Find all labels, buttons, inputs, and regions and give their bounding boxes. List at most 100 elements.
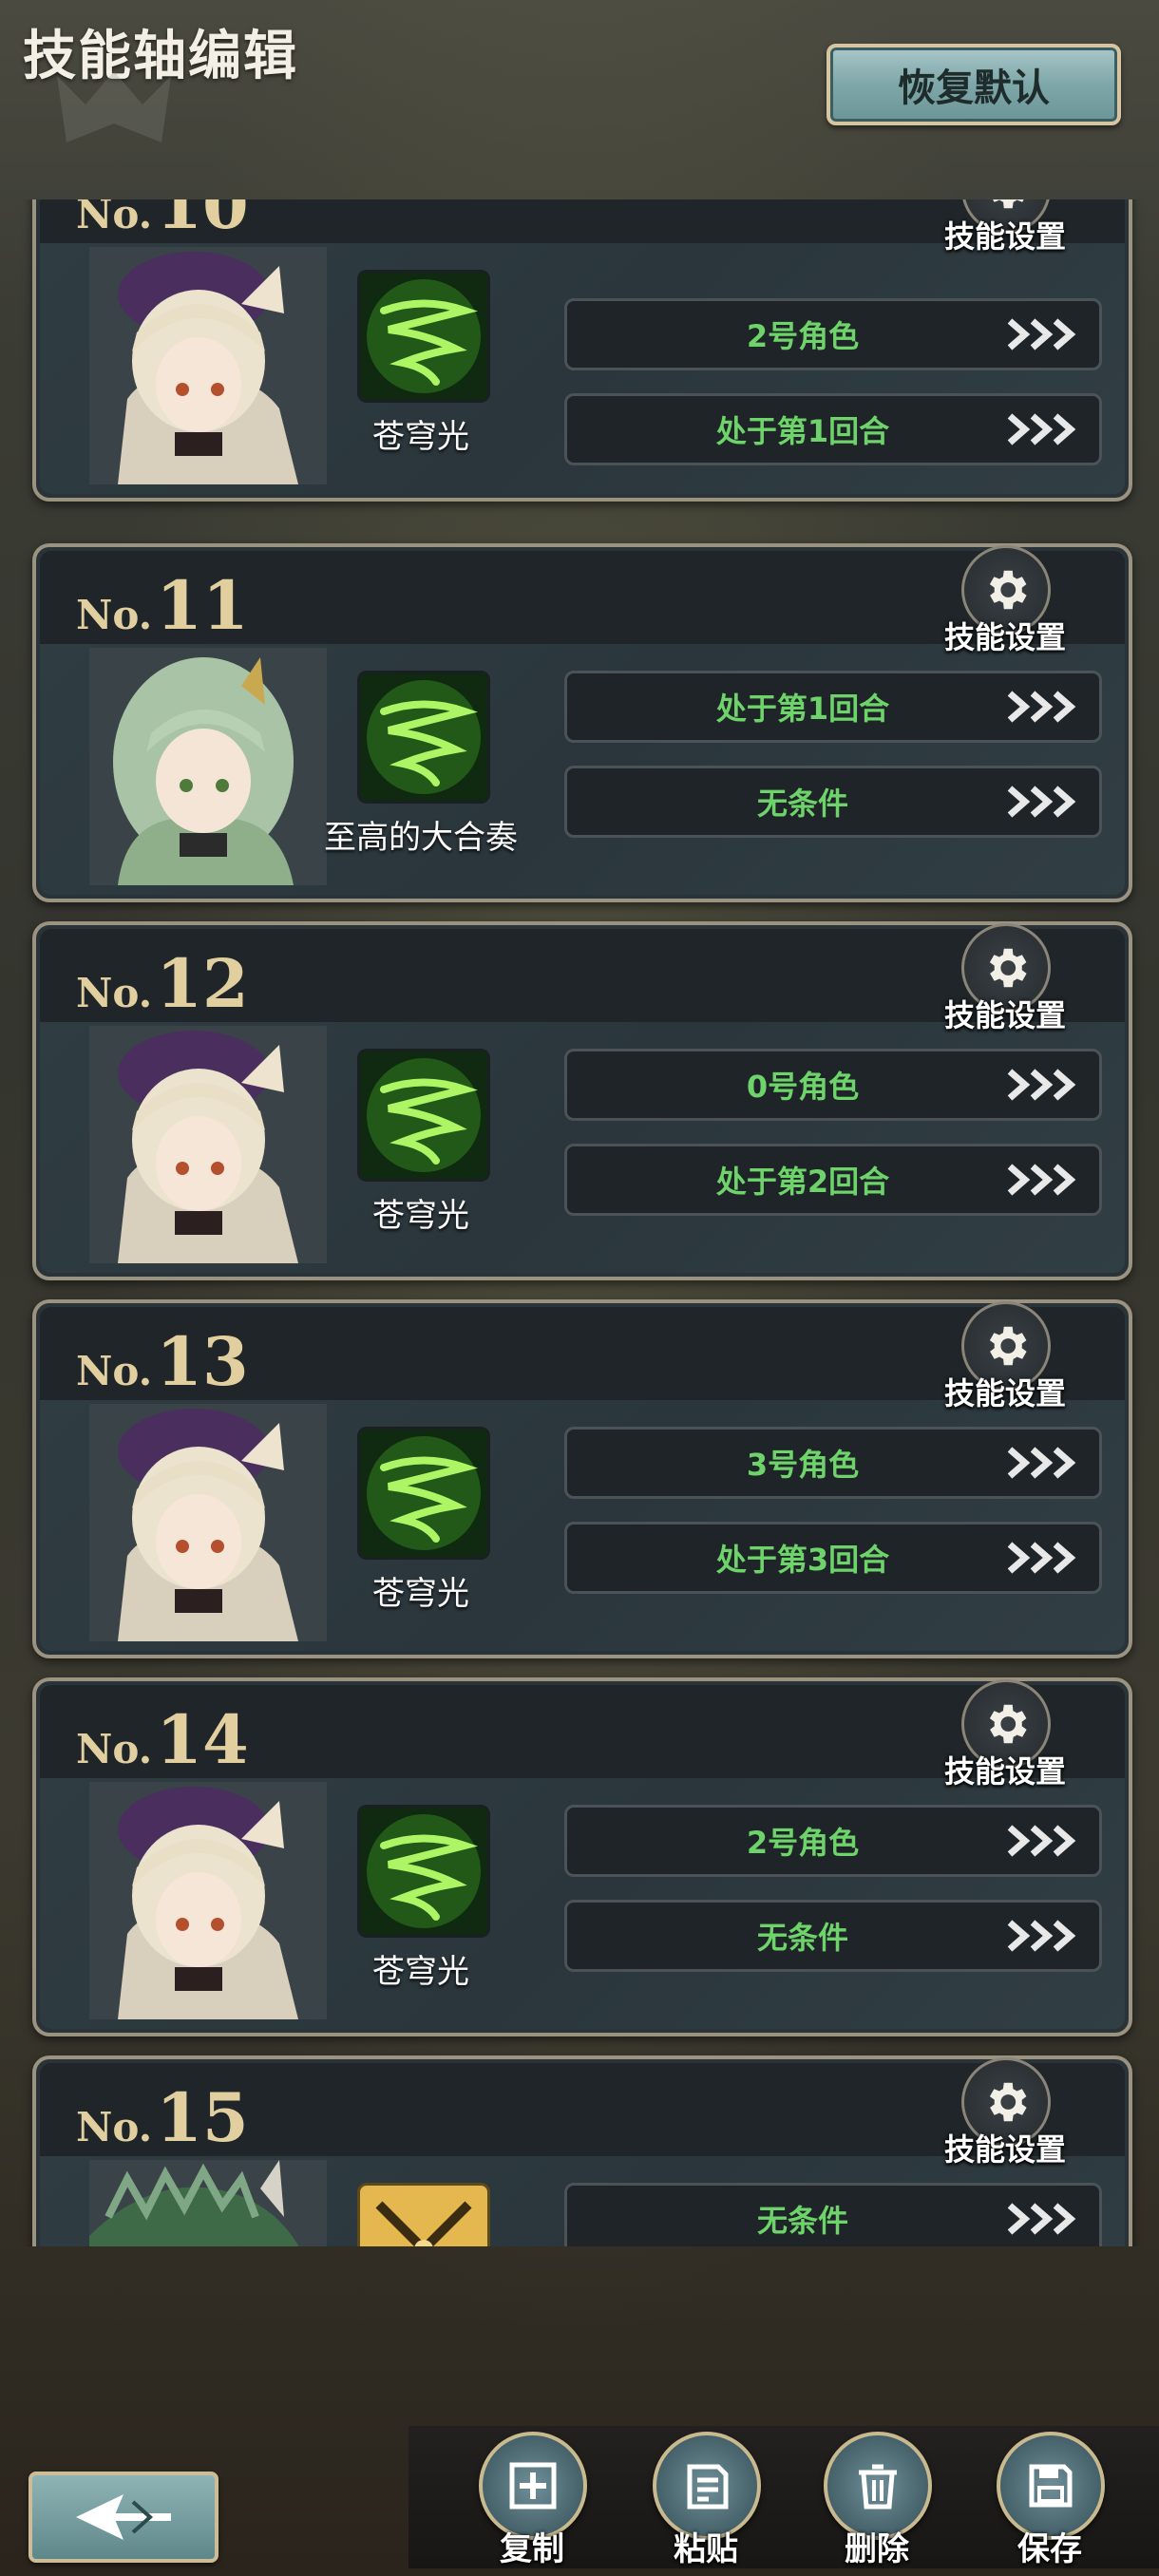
card-number: No.11: [76, 566, 249, 645]
triple-chevron-icon: [1007, 691, 1076, 723]
condition-text: 2号角色: [746, 318, 860, 354]
triple-chevron-icon: [1007, 1447, 1076, 1479]
number-value: 11: [156, 566, 249, 645]
skill-card: No.11 技能设置 至高的大合奏 处于第1回合 无条件: [32, 543, 1132, 902]
condition-text: 无条件: [756, 786, 848, 822]
number-prefix: No.: [76, 1348, 153, 1394]
condition-text: 2号角色: [746, 1825, 860, 1861]
condition-text: 无条件: [756, 2203, 848, 2239]
condition-row[interactable]: 2号角色: [564, 298, 1102, 370]
green-tornado-icon[interactable]: [357, 1805, 490, 1938]
condition-row[interactable]: 处于第1回合: [564, 393, 1102, 465]
condition-text: 处于第1回合: [715, 413, 890, 449]
triple-chevron-icon: [1007, 1069, 1076, 1101]
triple-chevron-icon: [1007, 1542, 1076, 1574]
condition-row[interactable]: 2号角色: [564, 1805, 1102, 1877]
triple-chevron-icon: [1007, 1825, 1076, 1857]
bottom-toolbar: 复制 粘贴 删除 保存: [0, 2413, 1159, 2576]
condition-text: 处于第1回合: [715, 691, 890, 727]
green-tornado-icon[interactable]: [357, 1427, 490, 1560]
condition-row[interactable]: 3号角色: [564, 1427, 1102, 1499]
character-portrait[interactable]: [89, 1782, 327, 2019]
emblem-decoration-icon: [57, 71, 171, 142]
condition-text: 3号角色: [746, 1447, 860, 1483]
skill-name: 苍穹光: [372, 1953, 469, 1991]
card-number: No.10: [76, 199, 249, 244]
skill-settings-button[interactable]: 技能设置: [920, 1679, 1091, 1790]
number-prefix: No.: [76, 199, 153, 237]
triple-chevron-icon: [1007, 413, 1076, 445]
green-tornado-icon[interactable]: [357, 671, 490, 804]
skill-card: No.13 技能设置 苍穹光 3号角色 处于第3回合: [32, 1299, 1132, 1658]
number-value: 12: [156, 944, 249, 1023]
number-value: 13: [156, 1322, 249, 1401]
settings-label: 技能设置: [943, 218, 1066, 255]
green-tornado-icon[interactable]: [357, 1049, 490, 1182]
skill-settings-button[interactable]: 技能设置: [920, 923, 1091, 1033]
crossed-swords-gold-icon[interactable]: [357, 2183, 490, 2246]
card-number: No.14: [76, 1700, 249, 1779]
number-value: 10: [156, 199, 249, 244]
settings-label: 技能设置: [943, 1375, 1066, 1411]
settings-label: 技能设置: [943, 997, 1066, 1033]
skill-settings-button[interactable]: 技能设置: [920, 1301, 1091, 1411]
condition-row[interactable]: 无条件: [564, 1900, 1102, 1972]
number-prefix: No.: [76, 592, 153, 638]
condition-row[interactable]: 处于第2回合: [564, 1144, 1102, 1216]
number-value: 15: [156, 2078, 249, 2157]
action-label: 删除: [845, 2530, 909, 2568]
save-button[interactable]: 保存: [988, 2432, 1112, 2574]
skill-name: 苍穹光: [372, 1575, 469, 1613]
number-prefix: No.: [76, 970, 153, 1016]
number-prefix: No.: [76, 1726, 153, 1772]
skill-card: No.12 技能设置 苍穹光 0号角色 处于第2回合: [32, 921, 1132, 1280]
skill-card: No.14 技能设置 苍穹光 2号角色 无条件: [32, 1677, 1132, 2036]
paste-button[interactable]: 粘贴: [644, 2432, 768, 2574]
action-label: 复制: [500, 2530, 564, 2568]
action-label: 粘贴: [674, 2530, 738, 2568]
number-value: 14: [156, 1700, 249, 1779]
skill-settings-button[interactable]: 技能设置: [920, 2057, 1091, 2168]
card-number: No.15: [76, 2078, 249, 2157]
skill-name: 至高的大合奏: [324, 819, 518, 857]
triple-chevron-icon: [1007, 786, 1076, 818]
skill-name: 苍穹光: [372, 418, 469, 456]
character-portrait[interactable]: [89, 1026, 327, 1263]
triple-chevron-icon: [1007, 1920, 1076, 1952]
condition-row[interactable]: 处于第1回合: [564, 671, 1102, 743]
character-portrait[interactable]: [89, 247, 327, 484]
skill-settings-button[interactable]: 技能设置: [920, 545, 1091, 655]
settings-label: 技能设置: [943, 1753, 1066, 1790]
back-button[interactable]: [28, 2472, 218, 2563]
skill-card: No.15 技能设置 无条件: [32, 2055, 1132, 2246]
condition-text: 0号角色: [746, 1069, 860, 1105]
delete-button[interactable]: 删除: [815, 2432, 939, 2574]
condition-row[interactable]: 0号角色: [564, 1049, 1102, 1121]
condition-text: 处于第2回合: [715, 1164, 890, 1200]
settings-label: 技能设置: [943, 619, 1066, 655]
skill-sequence-list[interactable]: No.10 技能设置 苍穹光 2号角色 处于第1回合 No.11 技能设置 至高…: [0, 199, 1159, 2246]
triple-chevron-icon: [1007, 1164, 1076, 1196]
character-portrait[interactable]: [89, 2160, 327, 2246]
triple-chevron-icon: [1007, 2203, 1076, 2235]
condition-text: 无条件: [756, 1920, 848, 1956]
character-portrait[interactable]: [89, 1404, 327, 1641]
card-number: No.13: [76, 1322, 249, 1401]
condition-row[interactable]: 无条件: [564, 2183, 1102, 2246]
condition-row[interactable]: 无条件: [564, 766, 1102, 838]
skill-card: No.10 技能设置 苍穹光 2号角色 处于第1回合: [32, 199, 1132, 502]
green-tornado-icon[interactable]: [357, 270, 490, 403]
card-number: No.12: [76, 944, 249, 1023]
skill-name: 苍穹光: [372, 1197, 469, 1235]
condition-text: 处于第3回合: [715, 1542, 890, 1578]
triple-chevron-icon: [1007, 318, 1076, 350]
character-portrait[interactable]: [89, 648, 327, 885]
copy-button[interactable]: 复制: [470, 2432, 594, 2574]
back-arrow-icon: [76, 2494, 171, 2540]
action-label: 保存: [1017, 2530, 1082, 2568]
skill-settings-button[interactable]: 技能设置: [920, 199, 1091, 255]
condition-row[interactable]: 处于第3回合: [564, 1522, 1102, 1594]
settings-label: 技能设置: [943, 2131, 1066, 2168]
number-prefix: No.: [76, 2104, 153, 2150]
restore-default-button[interactable]: 恢复默认: [826, 44, 1121, 125]
